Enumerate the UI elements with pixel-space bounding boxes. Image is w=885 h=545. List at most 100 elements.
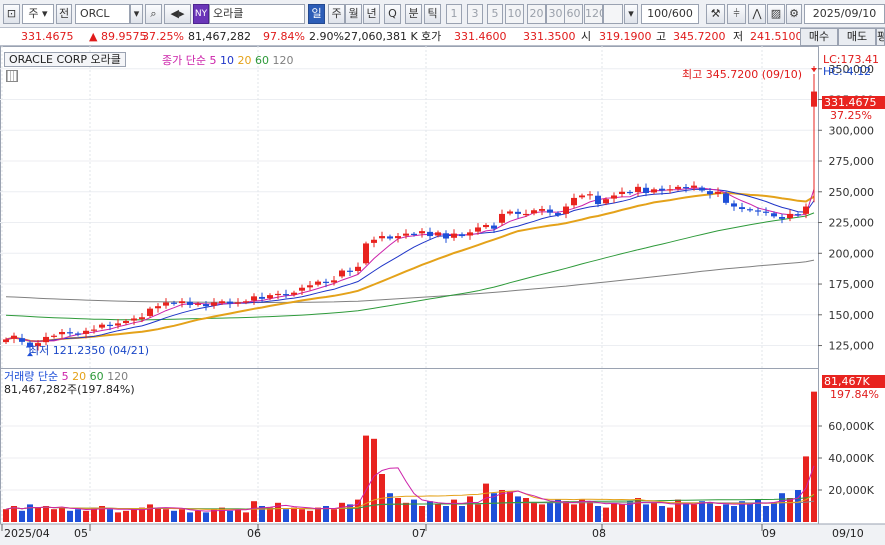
- volume-bar: [187, 512, 193, 522]
- volume-bar: [363, 435, 369, 522]
- interval-tab-3[interactable]: 3: [467, 4, 483, 24]
- price-pct-tag: 37.25%: [830, 109, 872, 122]
- candle-body: [723, 193, 729, 203]
- speaker-icon[interactable]: ◀▸: [164, 4, 191, 24]
- candle-body: [307, 285, 313, 288]
- candle-body: [243, 301, 249, 303]
- market-type-select[interactable]: 주 ▾: [22, 4, 54, 24]
- symbol-dropdown-icon[interactable]: ▾: [130, 4, 143, 24]
- candle-body: [3, 339, 9, 343]
- interval-tab-20[interactable]: 20: [527, 4, 546, 24]
- candle-body: [659, 188, 665, 191]
- x-axis-bar: [0, 524, 885, 545]
- volume-bar: [195, 510, 201, 522]
- market-sub-button[interactable]: 전: [56, 4, 72, 24]
- interval-tab-30[interactable]: 30: [546, 4, 565, 24]
- volume-bar: [651, 502, 657, 522]
- volume-bar: [171, 510, 177, 522]
- volume-bar: [51, 509, 57, 522]
- volume-bar: [779, 493, 785, 522]
- volume-bar: [355, 499, 361, 522]
- ma20-label: 20: [237, 54, 252, 67]
- interval-tab-5[interactable]: 5: [487, 4, 503, 24]
- period-tab-5[interactable]: 분: [405, 4, 422, 24]
- symbol-input[interactable]: ORCL: [75, 4, 130, 24]
- volume-bar: [707, 502, 713, 522]
- volume-bar: [787, 498, 793, 522]
- interval-input[interactable]: [603, 4, 623, 24]
- volume-bar: [291, 507, 297, 522]
- image-icon[interactable]: ▨: [767, 4, 785, 24]
- volume-bar: [179, 509, 185, 522]
- candle-body: [11, 335, 17, 339]
- candle-body: [219, 301, 225, 304]
- period-tab-4[interactable]: Q: [384, 4, 401, 24]
- candle-body: [787, 213, 793, 219]
- candle-body: [715, 191, 721, 194]
- gear-icon[interactable]: ⚙: [786, 4, 802, 24]
- count-field[interactable]: 100/600: [641, 4, 699, 24]
- volume-bar: [547, 502, 553, 522]
- sell-button[interactable]: 매도: [838, 28, 876, 46]
- volume-bar: [507, 491, 513, 522]
- interval-tab-60[interactable]: 60: [564, 4, 583, 24]
- volume-bar: [307, 510, 313, 522]
- volume-bar: [283, 509, 289, 522]
- date-field[interactable]: 2025/09/10: [804, 4, 885, 24]
- line-chart-icon[interactable]: ⋀: [748, 4, 766, 24]
- buy-button[interactable]: 매수: [800, 28, 838, 46]
- grid-toggle-icon[interactable]: [6, 70, 18, 82]
- period-tab-0[interactable]: 일: [308, 4, 325, 24]
- ma-indicator-label: 종가 단순: [162, 54, 206, 67]
- volume-bar: [235, 509, 241, 522]
- chart-type-icon[interactable]: ⚒: [706, 4, 725, 24]
- volume-tag: 81,467K: [822, 375, 885, 388]
- search-icon[interactable]: ⌕: [145, 4, 162, 24]
- ma120-label: 120: [272, 54, 294, 67]
- hc-label: HC:-4.12: [823, 65, 872, 78]
- price-tick-label: 125,000: [829, 340, 875, 353]
- ma60-label: 60: [254, 54, 269, 67]
- candle-body: [555, 213, 561, 216]
- candle-body: [323, 281, 329, 283]
- x-axis-label: 07: [412, 527, 426, 540]
- compare-icon[interactable]: ⫩: [727, 4, 746, 24]
- period-tab-1[interactable]: 주: [328, 4, 345, 24]
- quote-label: 호가: [421, 30, 442, 43]
- volume-bar: [347, 504, 353, 522]
- candle-body: [299, 287, 305, 291]
- candle-body: [411, 233, 417, 235]
- candle-body: [179, 301, 185, 304]
- volume-bar: [715, 506, 721, 522]
- volume-bar: [811, 391, 817, 522]
- candle-body: [131, 318, 137, 321]
- ma10-label: 10: [219, 54, 234, 67]
- interval-tab-10[interactable]: 10: [505, 4, 524, 24]
- volume-bar: [339, 502, 345, 522]
- candle-body: [619, 191, 625, 194]
- volume-bar: [763, 506, 769, 522]
- interval-dropdown-icon[interactable]: ▾: [624, 4, 638, 24]
- candle-body: [203, 304, 209, 307]
- volume-bar: [459, 506, 465, 522]
- candle-body: [363, 243, 369, 264]
- volume-bar: [203, 512, 209, 522]
- volume-bar: [467, 496, 473, 522]
- candle-body: [747, 209, 753, 211]
- candle-body: [59, 332, 65, 335]
- candle-body: [235, 302, 241, 304]
- x-axis-label: 05: [74, 527, 88, 540]
- window-menu-icon[interactable]: ⊡: [3, 4, 20, 24]
- volume-bar: [123, 510, 129, 522]
- candle-body: [331, 280, 337, 283]
- stock-chart[interactable]: 350,000325,000300,000275,000250,000225,0…: [0, 46, 885, 545]
- period-tab-6[interactable]: 틱: [424, 4, 441, 24]
- interval-tab-120[interactable]: 120: [584, 4, 603, 24]
- candle-body: [707, 191, 713, 195]
- period-tab-2[interactable]: 월: [345, 4, 362, 24]
- candle-body: [699, 187, 705, 191]
- interval-tab-1[interactable]: 1: [446, 4, 462, 24]
- avg-button[interactable]: 평: [876, 28, 885, 46]
- period-tab-3[interactable]: 년: [363, 4, 380, 24]
- volume-bar: [35, 507, 41, 522]
